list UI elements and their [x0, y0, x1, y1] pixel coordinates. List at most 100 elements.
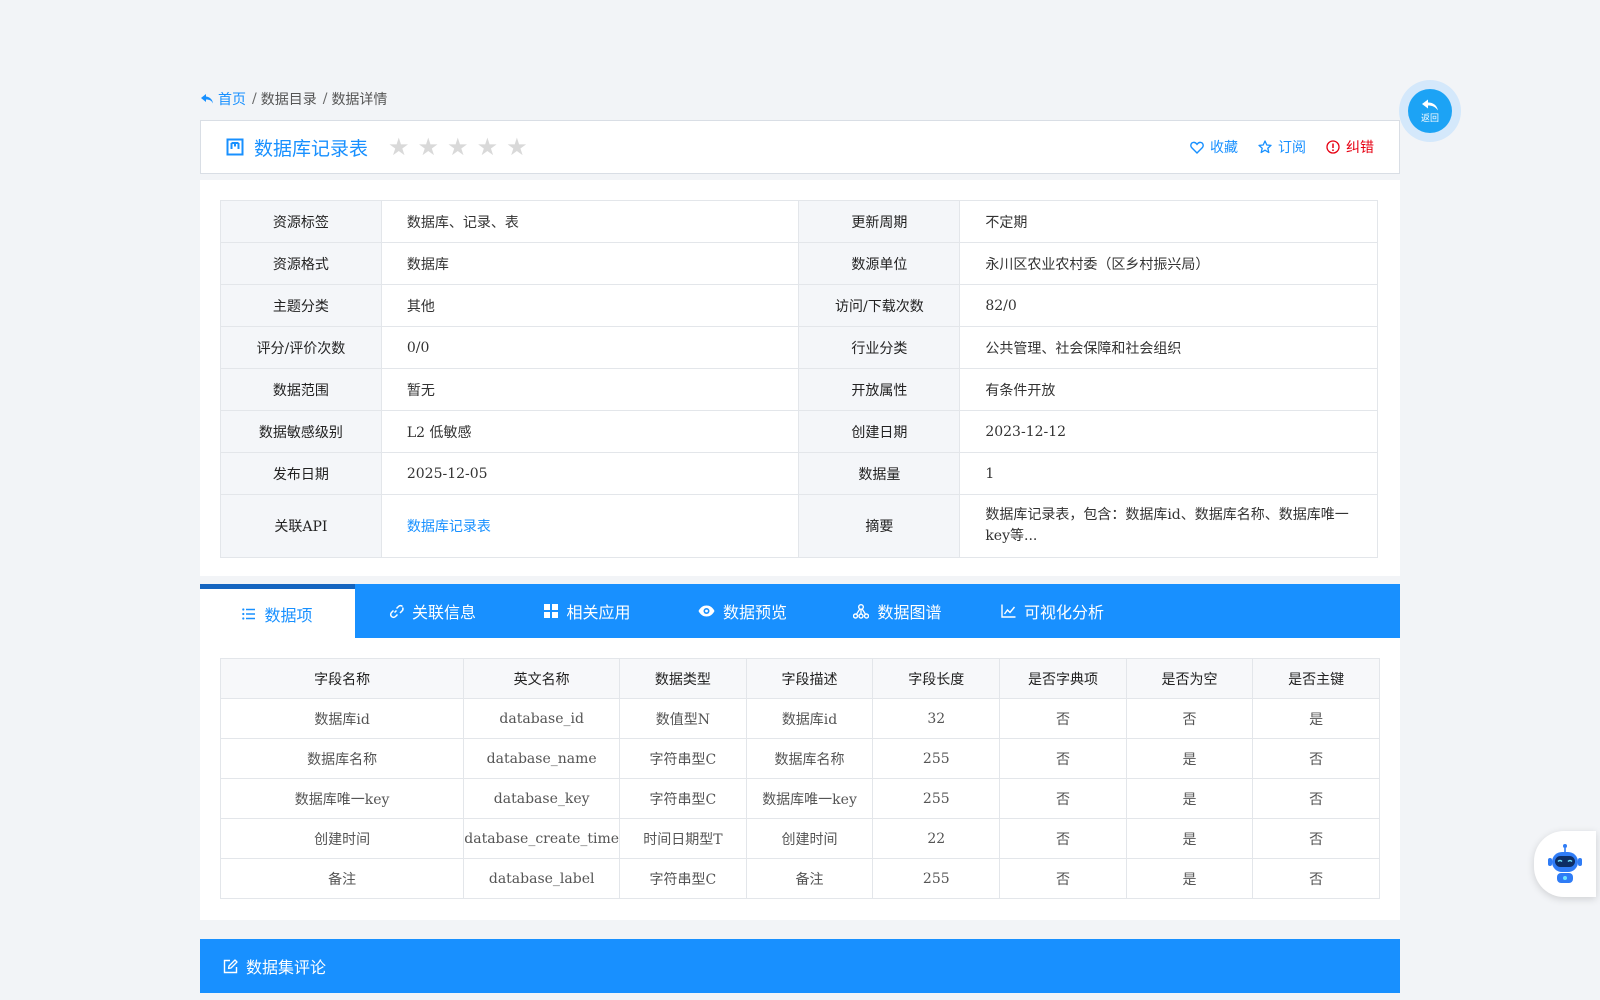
info-key: 发布日期 [220, 452, 382, 495]
rating-stars[interactable]: ★ ★ ★ ★ ★ [388, 135, 528, 159]
table-cell: 否 [999, 858, 1127, 899]
column-header: 是否为空 [1125, 658, 1254, 699]
info-key: 评分/评价次数 [220, 326, 382, 369]
info-key: 开放属性 [798, 368, 961, 411]
info-row: 发布日期 2025-12-05 数据量 1 [220, 452, 1378, 495]
star-icon[interactable]: ★ [477, 135, 499, 159]
info-key: 行业分类 [798, 326, 961, 369]
table-cell: 时间日期型T [619, 818, 747, 859]
tab-label: 数据图谱 [877, 603, 942, 622]
table-cell: 字符串型C [619, 858, 747, 899]
tab-data-graph[interactable]: 数据图谱 [820, 584, 975, 638]
page-title: 数据库记录表 [254, 137, 369, 160]
breadcrumb-separator: / [322, 91, 328, 107]
summary-text: 数据库记录表，包含：数据库id、数据库名称、数据库唯一key等... [959, 494, 1378, 558]
fields-table: 字段名称 英文名称 数据类型 字段描述 字段长度 是否字典项 是否为空 是否主键… [219, 658, 1380, 899]
table-cell: 是 [1252, 698, 1380, 739]
breadcrumb-item-catalog[interactable]: 数据目录 [261, 89, 317, 109]
star-icon[interactable]: ★ [447, 135, 469, 159]
info-value: 其他 [380, 284, 800, 327]
table-cell: 数据库id [219, 698, 465, 739]
robot-icon [1548, 844, 1582, 883]
floating-back-button[interactable]: 返回 [1399, 80, 1461, 142]
table-cell: 255 [872, 778, 1001, 819]
star-icon[interactable]: ★ [418, 135, 440, 159]
related-api-link[interactable]: 数据库记录表 [380, 494, 800, 558]
report-error-label: 纠错 [1346, 140, 1374, 156]
table-row: 数据库名称 database_name 字符串型C 数据库名称 255 否 是 … [219, 738, 1380, 779]
info-key: 数源单位 [798, 242, 961, 285]
table-cell: 否 [999, 738, 1127, 779]
table-cell: 否 [1125, 698, 1254, 739]
table-cell: 创建时间 [219, 818, 465, 859]
table-cell: 22 [872, 818, 1001, 859]
table-cell: 否 [1252, 818, 1380, 859]
line-chart-icon [1001, 604, 1016, 618]
table-cell: 255 [872, 738, 1001, 779]
tab-label: 数据预览 [722, 603, 787, 622]
tab-label: 可视化分析 [1023, 603, 1104, 622]
table-cell: database_key [463, 778, 621, 819]
table-cell: 是 [1125, 818, 1254, 859]
column-header: 英文名称 [463, 658, 621, 699]
data-items-panel: 字段名称 英文名称 数据类型 字段描述 字段长度 是否字典项 是否为空 是否主键… [200, 638, 1400, 920]
table-cell: 是 [1125, 858, 1254, 899]
info-value: 公共管理、社会保障和社会组织 [959, 326, 1378, 369]
favorite-button[interactable]: 收藏 [1190, 137, 1238, 157]
tab-data-items[interactable]: 数据项 [200, 584, 355, 638]
info-row: 数据范围 暂无 开放属性 有条件开放 [220, 368, 1378, 411]
table-cell: 数据库名称 [219, 738, 465, 779]
table-cell: 字符串型C [619, 778, 747, 819]
info-value: 1 [959, 452, 1378, 495]
info-row: 主题分类 其他 访问/下载次数 82/0 [220, 284, 1378, 327]
info-panel: 资源标签 数据库、记录、表 更新周期 不定期 资源格式 数据库 数源单位 永川区… [200, 180, 1400, 576]
back-arrow-icon [201, 94, 213, 104]
table-cell: 否 [1252, 778, 1380, 819]
tab-visual-analysis[interactable]: 可视化分析 [975, 584, 1130, 638]
table-cell: database_label [463, 858, 621, 899]
header-actions: 收藏 订阅 纠错 [1190, 137, 1374, 157]
star-icon[interactable]: ★ [388, 135, 410, 159]
info-value: 82/0 [959, 284, 1378, 327]
info-key: 访问/下载次数 [798, 284, 961, 327]
info-value: L2 低敏感 [380, 410, 800, 453]
subscribe-button[interactable]: 订阅 [1258, 137, 1306, 157]
info-value: 0/0 [380, 326, 800, 369]
breadcrumb-separator: / [252, 91, 257, 107]
info-value: 不定期 [959, 200, 1378, 243]
tab-data-preview[interactable]: 数据预览 [665, 584, 820, 638]
table-cell: 是 [1125, 738, 1254, 779]
info-key: 数据范围 [220, 368, 382, 411]
breadcrumb-home[interactable]: 首页 [200, 89, 246, 109]
report-error-button[interactable]: 纠错 [1326, 137, 1374, 157]
table-cell: 是 [1125, 778, 1254, 819]
tab-label: 关联信息 [411, 603, 476, 622]
assistant-robot-button[interactable] [1534, 831, 1596, 897]
star-icon[interactable]: ★ [506, 135, 528, 159]
tab-related-apps[interactable]: 相关应用 [510, 584, 665, 638]
tab-related-info[interactable]: 关联信息 [355, 584, 510, 638]
dataset-icon [226, 138, 244, 156]
info-value: 数据库、记录、表 [380, 200, 800, 243]
link-icon [389, 604, 404, 618]
table-cell: 否 [999, 818, 1127, 859]
info-value: 暂无 [380, 368, 800, 411]
list-icon [242, 607, 256, 620]
table-cell: database_id [463, 698, 621, 739]
breadcrumb: 首页 / 数据目录 / 数据详情 [200, 89, 387, 109]
table-cell: 数据库id [745, 698, 874, 739]
info-key: 资源标签 [220, 200, 382, 243]
table-row: 备注 database_label 字符串型C 备注 255 否 是 否 [219, 858, 1380, 899]
back-label: 返回 [1420, 113, 1439, 124]
info-value: 2023-12-12 [959, 410, 1378, 453]
table-cell: 数据库唯一key [745, 778, 874, 819]
column-header: 数据类型 [619, 658, 747, 699]
info-key: 摘要 [798, 494, 961, 558]
table-cell: 备注 [219, 858, 465, 899]
grid-icon [544, 604, 559, 618]
table-cell: 数据库名称 [745, 738, 874, 779]
table-row: 数据库唯一key database_key 字符串型C 数据库唯一key 255… [219, 778, 1380, 819]
comments-section-header: 数据集评论 [200, 939, 1400, 993]
tab-bar: 数据项 关联信息 相关应用 数据预览 数据图谱 可视化分析 [200, 584, 1400, 638]
table-cell: 字符串型C [619, 738, 747, 779]
